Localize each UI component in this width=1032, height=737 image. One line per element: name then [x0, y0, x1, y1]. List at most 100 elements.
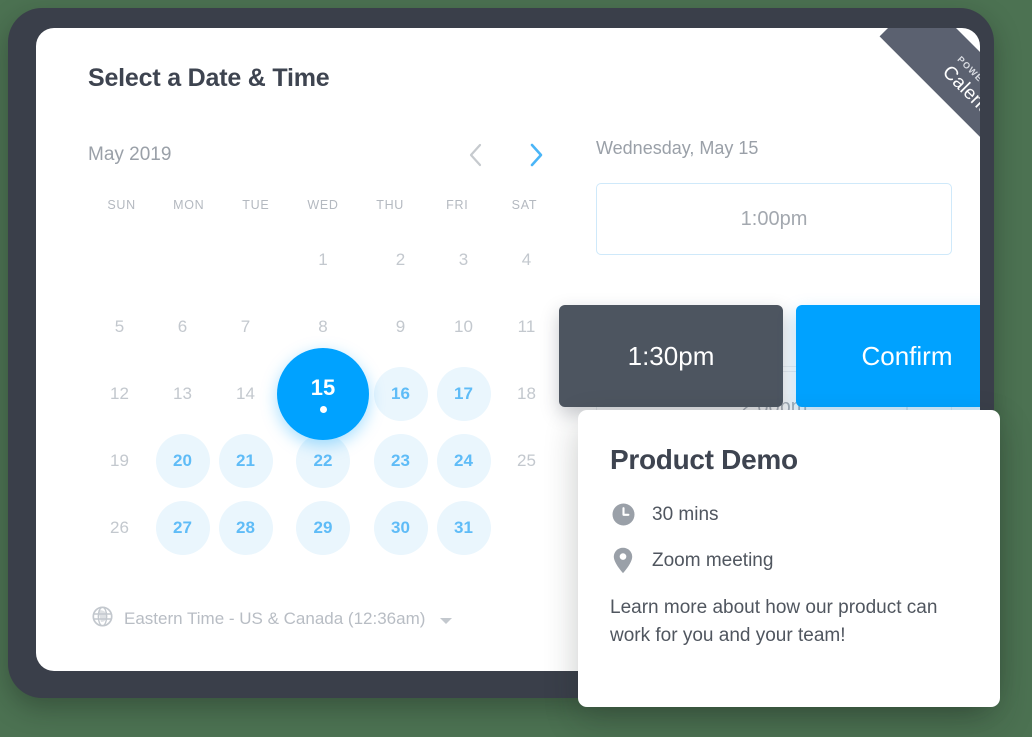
calendar-day-number: 16: [373, 366, 428, 421]
calendar-days-grid: 1 2 3 4 5 6 7 8 9 10 11 12 13 14 15 16 17 18 19 20 21 22 23 24 2…: [88, 226, 558, 561]
calendar-day-number: 19: [110, 450, 129, 470]
calendar-day-number: 2: [395, 249, 406, 269]
calendar-header: May 2019: [88, 138, 558, 172]
calendar-day-number: 3: [458, 249, 469, 269]
dow-sun: SUN: [107, 198, 136, 212]
calendar-day-23[interactable]: 23: [369, 427, 432, 494]
calendar-day-16[interactable]: 16: [369, 360, 432, 427]
calendar-day-number: 30: [373, 500, 428, 555]
calendar-day-28[interactable]: 28: [214, 494, 277, 561]
chevron-down-icon: [440, 617, 453, 624]
calendar-day-15[interactable]: 15: [277, 347, 369, 440]
calendar-day-number: 15: [277, 347, 369, 440]
ribbon-brand-label: Calendly: [938, 61, 980, 130]
clock-icon: [610, 502, 636, 527]
map-pin-icon: [610, 547, 636, 574]
calendar: May 2019 SUN MON TUE WED THU FRI SAT 1 2…: [88, 138, 558, 561]
calendar-day-number: 4: [521, 249, 532, 269]
event-title: Product Demo: [610, 444, 798, 475]
calendar-day-empty: [88, 226, 151, 293]
calendar-day-number: 24: [436, 433, 491, 488]
calendar-day-10: 10: [432, 293, 495, 360]
calendar-day-number: 31: [436, 500, 491, 555]
calendar-day-3: 3: [432, 226, 495, 293]
calendar-day-6: 6: [151, 293, 214, 360]
calendar-day-21[interactable]: 21: [214, 427, 277, 494]
calendar-day-2: 2: [369, 226, 432, 293]
globe-icon: [92, 606, 113, 632]
dow-thu: THU: [376, 198, 405, 212]
calendar-day-empty: [151, 226, 214, 293]
calendar-day-number: 23: [373, 433, 428, 488]
event-description: Learn more about how our product can wor…: [610, 597, 938, 646]
confirm-button[interactable]: Confirm: [796, 305, 980, 407]
calendar-day-number: 9: [395, 316, 406, 336]
event-location-row: Zoom meeting: [610, 547, 968, 574]
calendar-day-number: 26: [110, 517, 129, 537]
calendar-day-number: 13: [173, 383, 192, 403]
calendar-day-30[interactable]: 30: [369, 494, 432, 561]
event-duration-row: 30 mins: [610, 502, 968, 527]
calendar-day-27[interactable]: 27: [151, 494, 214, 561]
calendar-day-19: 19: [88, 427, 151, 494]
dow-fri: FRI: [446, 198, 469, 212]
dow-sat: SAT: [511, 198, 538, 212]
calendar-day-1: 1: [277, 226, 369, 293]
calendar-day-31[interactable]: 31: [432, 494, 495, 561]
calendar-day-14: 14: [214, 360, 277, 427]
calendar-day-number: 6: [177, 316, 188, 336]
dow-tue: TUE: [242, 198, 270, 212]
dow-mon: MON: [173, 198, 205, 212]
calendar-day-11: 11: [495, 293, 558, 360]
calendar-day-number: 29: [296, 500, 350, 555]
calendar-day-number: 18: [517, 383, 536, 403]
calendar-day-29[interactable]: 29: [277, 494, 369, 561]
calendar-day-5: 5: [88, 293, 151, 360]
calendar-day-number: 8: [318, 316, 328, 336]
calendar-day-4: 4: [495, 226, 558, 293]
selected-date-label: Wednesday, May 15: [596, 138, 759, 158]
event-detail-card: Product Demo 30 mins Zoom meeting Learn …: [578, 410, 1000, 707]
day-of-week-header-row: SUN MON TUE WED THU FRI SAT: [88, 198, 558, 212]
calendar-day-9: 9: [369, 293, 432, 360]
calendar-day-18: 18: [495, 360, 558, 427]
timezone-selector[interactable]: Eastern Time - US & Canada (12:36am): [92, 606, 453, 632]
calendar-day-number: 1: [318, 249, 328, 269]
calendar-day-26: 26: [88, 494, 151, 561]
calendar-day-7: 7: [214, 293, 277, 360]
calendar-day-number: 11: [517, 316, 536, 336]
calendar-day-25: 25: [495, 427, 558, 494]
calendar-day-number: 17: [436, 366, 491, 421]
calendar-month-label: May 2019: [88, 144, 172, 165]
calendar-day-17[interactable]: 17: [432, 360, 495, 427]
calendar-nav: [468, 142, 558, 168]
calendar-day-number: 21: [218, 433, 273, 488]
calendar-day-24[interactable]: 24: [432, 427, 495, 494]
selected-slot-row: 1:30pm Confirm: [559, 305, 980, 407]
calendar-day-number: 5: [114, 316, 125, 336]
page-title: Select a Date & Time: [88, 64, 330, 92]
calendar-day-20[interactable]: 20: [151, 427, 214, 494]
calendar-day-13: 13: [151, 360, 214, 427]
calendar-day-number: 12: [110, 383, 129, 403]
calendar-day-number: 14: [236, 383, 255, 403]
chevron-right-icon[interactable]: [528, 142, 544, 168]
dow-wed: WED: [307, 198, 339, 212]
selected-day-dot: [319, 405, 327, 413]
calendar-day-number: 25: [517, 450, 536, 470]
selected-time-button[interactable]: 1:30pm: [559, 305, 783, 407]
event-duration-label: 30 mins: [652, 503, 719, 525]
chevron-left-icon[interactable]: [468, 142, 484, 168]
calendar-day-number: 7: [240, 316, 251, 336]
calendar-day-12: 12: [88, 360, 151, 427]
calendar-day-empty: [495, 494, 558, 561]
event-location-label: Zoom meeting: [652, 549, 774, 571]
timezone-label: Eastern Time - US & Canada (12:36am): [124, 609, 426, 628]
calendar-day-number: 20: [155, 433, 210, 488]
ribbon-powered-by-label: POWERED BY: [955, 53, 980, 112]
time-slot-1-00pm[interactable]: 1:00pm: [596, 183, 952, 255]
calendar-day-empty: [214, 226, 277, 293]
calendar-day-number: 10: [454, 316, 473, 336]
calendar-day-number: 27: [155, 500, 210, 555]
calendar-day-number: 22: [296, 433, 350, 488]
